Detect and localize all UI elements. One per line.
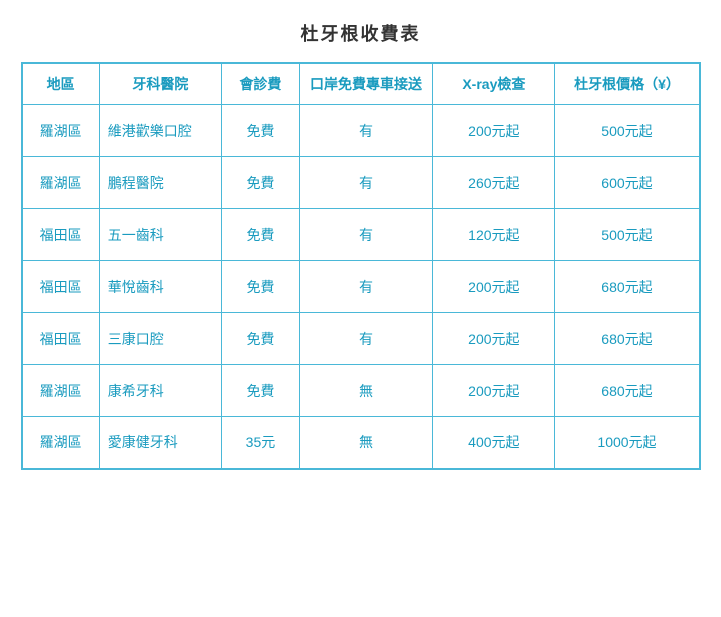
cell-consult: 35元 bbox=[222, 417, 300, 469]
cell-hospital: 五一齒科 bbox=[99, 209, 221, 261]
header-xray: X-ray檢查 bbox=[433, 63, 555, 105]
table-row: 羅湖區康希牙科免費無200元起680元起 bbox=[22, 365, 700, 417]
header-hospital: 牙科醫院 bbox=[99, 63, 221, 105]
cell-region: 羅湖區 bbox=[22, 105, 100, 157]
cell-price: 680元起 bbox=[555, 261, 700, 313]
cell-xray: 200元起 bbox=[433, 261, 555, 313]
cell-consult: 免費 bbox=[222, 261, 300, 313]
cell-xray: 400元起 bbox=[433, 417, 555, 469]
cell-hospital: 維港歡樂口腔 bbox=[99, 105, 221, 157]
cell-price: 1000元起 bbox=[555, 417, 700, 469]
cell-xray: 120元起 bbox=[433, 209, 555, 261]
cell-consult: 免費 bbox=[222, 313, 300, 365]
cell-xray: 260元起 bbox=[433, 157, 555, 209]
cell-price: 600元起 bbox=[555, 157, 700, 209]
cell-shuttle: 有 bbox=[299, 105, 432, 157]
table-row: 羅湖區鵬程醫院免費有260元起600元起 bbox=[22, 157, 700, 209]
cell-consult: 免費 bbox=[222, 365, 300, 417]
cell-shuttle: 無 bbox=[299, 365, 432, 417]
cell-consult: 免費 bbox=[222, 157, 300, 209]
cell-shuttle: 有 bbox=[299, 261, 432, 313]
main-container: 杜牙根收費表 地區 牙科醫院 會診費 口岸免費專車接送 X-ray檢查 杜牙根價… bbox=[21, 20, 701, 470]
cell-region: 羅湖區 bbox=[22, 157, 100, 209]
cell-hospital: 愛康健牙科 bbox=[99, 417, 221, 469]
header-shuttle: 口岸免費專車接送 bbox=[299, 63, 432, 105]
cell-hospital: 三康口腔 bbox=[99, 313, 221, 365]
cell-region: 羅湖區 bbox=[22, 417, 100, 469]
table-row: 福田區三康口腔免費有200元起680元起 bbox=[22, 313, 700, 365]
table-row: 羅湖區維港歡樂口腔免費有200元起500元起 bbox=[22, 105, 700, 157]
cell-hospital: 華悅齒科 bbox=[99, 261, 221, 313]
cell-xray: 200元起 bbox=[433, 365, 555, 417]
cell-shuttle: 有 bbox=[299, 157, 432, 209]
cell-hospital: 康希牙科 bbox=[99, 365, 221, 417]
cell-price: 680元起 bbox=[555, 365, 700, 417]
header-consult: 會診費 bbox=[222, 63, 300, 105]
cell-consult: 免費 bbox=[222, 209, 300, 261]
cell-consult: 免費 bbox=[222, 105, 300, 157]
table-row: 羅湖區愛康健牙科35元無400元起1000元起 bbox=[22, 417, 700, 469]
cell-xray: 200元起 bbox=[433, 105, 555, 157]
cell-hospital: 鵬程醫院 bbox=[99, 157, 221, 209]
table-row: 福田區華悅齒科免費有200元起680元起 bbox=[22, 261, 700, 313]
cell-region: 羅湖區 bbox=[22, 365, 100, 417]
header-region: 地區 bbox=[22, 63, 100, 105]
cell-shuttle: 有 bbox=[299, 313, 432, 365]
cell-region: 福田區 bbox=[22, 261, 100, 313]
table-row: 福田區五一齒科免費有120元起500元起 bbox=[22, 209, 700, 261]
table-header-row: 地區 牙科醫院 會診費 口岸免費專車接送 X-ray檢查 杜牙根價格（¥） bbox=[22, 63, 700, 105]
cell-region: 福田區 bbox=[22, 209, 100, 261]
cell-region: 福田區 bbox=[22, 313, 100, 365]
cell-shuttle: 無 bbox=[299, 417, 432, 469]
cell-xray: 200元起 bbox=[433, 313, 555, 365]
cell-price: 500元起 bbox=[555, 209, 700, 261]
fee-table: 地區 牙科醫院 會診費 口岸免費專車接送 X-ray檢查 杜牙根價格（¥） 羅湖… bbox=[21, 62, 701, 470]
cell-shuttle: 有 bbox=[299, 209, 432, 261]
cell-price: 500元起 bbox=[555, 105, 700, 157]
cell-price: 680元起 bbox=[555, 313, 700, 365]
page-title: 杜牙根收費表 bbox=[21, 20, 701, 46]
header-price: 杜牙根價格（¥） bbox=[555, 63, 700, 105]
